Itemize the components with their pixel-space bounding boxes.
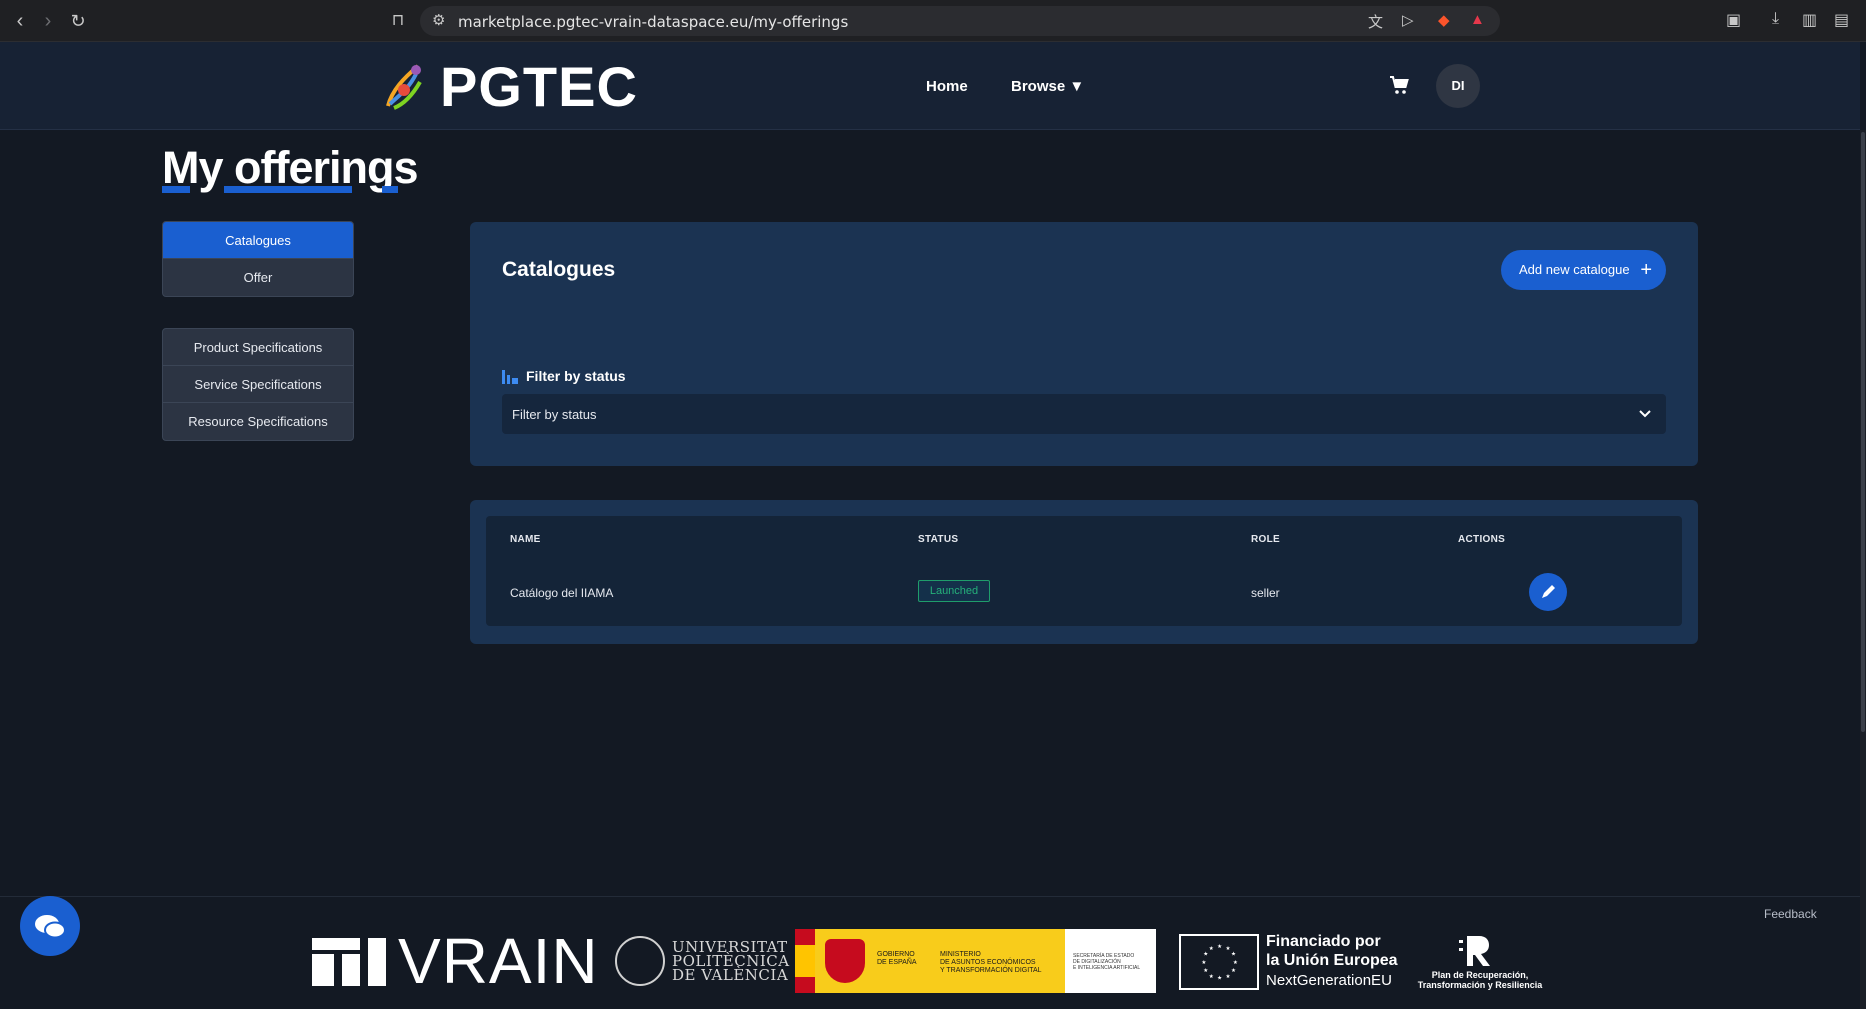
forward-icon[interactable]: › xyxy=(36,9,60,33)
nav-home-link[interactable]: Home xyxy=(926,78,968,95)
site-info-icon[interactable]: ⚙ xyxy=(432,11,445,29)
page-scrollbar-thumb[interactable] xyxy=(1861,132,1865,732)
status-badge: Launched xyxy=(918,580,990,602)
column-header-role: ROLE xyxy=(1251,534,1280,545)
sidebar-item-product-specifications[interactable]: Product Specifications xyxy=(163,329,353,366)
add-new-catalogue-button[interactable]: Add new catalogue + xyxy=(1501,250,1666,290)
chevron-down-icon xyxy=(1639,410,1651,418)
catalogues-table-card: NAME STATUS ROLE ACTIONS Catálogo del II… xyxy=(470,500,1698,644)
eu-stripe-icon xyxy=(795,929,815,993)
status-filter-select[interactable]: Filter by status xyxy=(502,394,1666,434)
site-header: PGTEC Home Browse ▼ DI xyxy=(0,42,1860,130)
sidebar-item-resource-specifications[interactable]: Resource Specifications xyxy=(163,403,353,440)
back-icon[interactable]: ‹ xyxy=(8,9,32,33)
upv-logo-text: UNIVERSITAT POLITÈCNICA DE VALÈNCIA xyxy=(672,938,790,984)
user-avatar[interactable]: DI xyxy=(1436,64,1480,108)
download-icon[interactable]: ⤓ xyxy=(1772,10,1779,28)
chat-button[interactable] xyxy=(20,896,80,956)
column-header-status: STATUS xyxy=(918,534,959,545)
cart-icon[interactable] xyxy=(1388,74,1410,96)
pgtec-logo-icon[interactable] xyxy=(382,60,424,112)
svg-text:★: ★ xyxy=(1201,959,1206,966)
next-generation-eu-text: NextGenerationEU xyxy=(1266,972,1392,989)
svg-text:★: ★ xyxy=(1203,951,1208,958)
wallet-icon[interactable]: ▤ xyxy=(1834,10,1849,30)
sidebar-item-offer[interactable]: Offer xyxy=(163,259,353,296)
svg-text:★: ★ xyxy=(1226,973,1231,980)
row-role: seller xyxy=(1251,586,1280,600)
svg-text:★: ★ xyxy=(1209,945,1214,952)
chat-icon xyxy=(35,915,66,939)
nav-browse-dropdown[interactable]: Browse ▼ xyxy=(1011,78,1084,95)
row-name: Catálogo del IIAMA xyxy=(510,586,614,600)
catalogues-table: NAME STATUS ROLE ACTIONS Catálogo del II… xyxy=(486,516,1682,626)
spanish-government-logo: GOBIERNO DE ESPAÑA MINISTERIO DE ASUNTOS… xyxy=(795,929,1156,993)
vrain-logo-icon xyxy=(312,938,386,986)
svg-text:★: ★ xyxy=(1233,959,1238,966)
vrain-logo-text: VRAIN xyxy=(398,925,599,997)
column-header-name: NAME xyxy=(510,534,541,545)
rewards-icon[interactable]: ▲ xyxy=(1470,11,1485,28)
edit-catalogue-button[interactable] xyxy=(1529,573,1567,611)
address-url[interactable]: marketplace.pgtec-vrain-dataspace.eu/my-… xyxy=(458,13,848,31)
status-filter-value: Filter by status xyxy=(512,407,597,422)
title-underline xyxy=(162,186,190,193)
svg-text:★: ★ xyxy=(1226,945,1231,952)
svg-text:★: ★ xyxy=(1203,967,1208,974)
sidebar-group-offerings: Catalogues Offer xyxy=(162,221,354,297)
filter-icon xyxy=(502,370,518,384)
coat-of-arms-icon xyxy=(825,939,865,983)
sidebar-icon[interactable]: ▥ xyxy=(1802,10,1817,30)
upv-seal-icon xyxy=(615,936,665,986)
address-bar[interactable]: ⚙ marketplace.pgtec-vrain-dataspace.eu/m… xyxy=(420,6,1500,36)
svg-text:★: ★ xyxy=(1217,943,1222,950)
pencil-icon xyxy=(1542,585,1555,598)
filter-label: Filter by status xyxy=(526,368,626,384)
svg-text:★: ★ xyxy=(1231,951,1236,958)
recovery-plan-logo-icon xyxy=(1459,936,1490,966)
svg-text:★: ★ xyxy=(1231,967,1236,974)
eu-flag-icon: ★ ★★ ★★★ ★★★ ★★★ xyxy=(1179,934,1259,990)
pgtec-logo-text[interactable]: PGTEC xyxy=(440,54,638,119)
translate-icon[interactable]: 文 xyxy=(1368,11,1383,32)
eu-funding-text: Financiado por la Unión Europea xyxy=(1266,933,1398,969)
browser-toolbar: ‹ › ↻ ⊓ ⚙ marketplace.pgtec-vrain-datasp… xyxy=(0,0,1866,42)
catalogues-card: Catalogues Add new catalogue + Filter by… xyxy=(470,222,1698,466)
catalogues-title: Catalogues xyxy=(502,258,616,281)
add-new-catalogue-label: Add new catalogue xyxy=(1519,262,1630,277)
sidebar-group-specifications: Product Specifications Service Specifica… xyxy=(162,328,354,441)
screenshot-icon[interactable]: ▣ xyxy=(1726,10,1741,30)
title-underline xyxy=(382,186,398,193)
plus-icon: + xyxy=(1640,259,1652,281)
svg-text:★: ★ xyxy=(1217,975,1222,982)
bookmark-icon[interactable]: ⊓ xyxy=(386,9,410,33)
title-underline xyxy=(224,186,352,193)
svg-text:★: ★ xyxy=(1209,973,1214,980)
sidebar-item-catalogues[interactable]: Catalogues xyxy=(163,222,353,259)
reload-icon[interactable]: ↻ xyxy=(66,9,90,33)
sidebar-item-service-specifications[interactable]: Service Specifications xyxy=(163,366,353,403)
recovery-plan-text: Plan de Recuperación, Transformación y R… xyxy=(1417,970,1543,990)
feedback-link[interactable]: Feedback xyxy=(1764,907,1817,921)
brave-shield-icon[interactable]: ◆ xyxy=(1438,11,1450,29)
send-icon[interactable]: ▷ xyxy=(1402,11,1414,29)
column-header-actions: ACTIONS xyxy=(1458,534,1506,545)
